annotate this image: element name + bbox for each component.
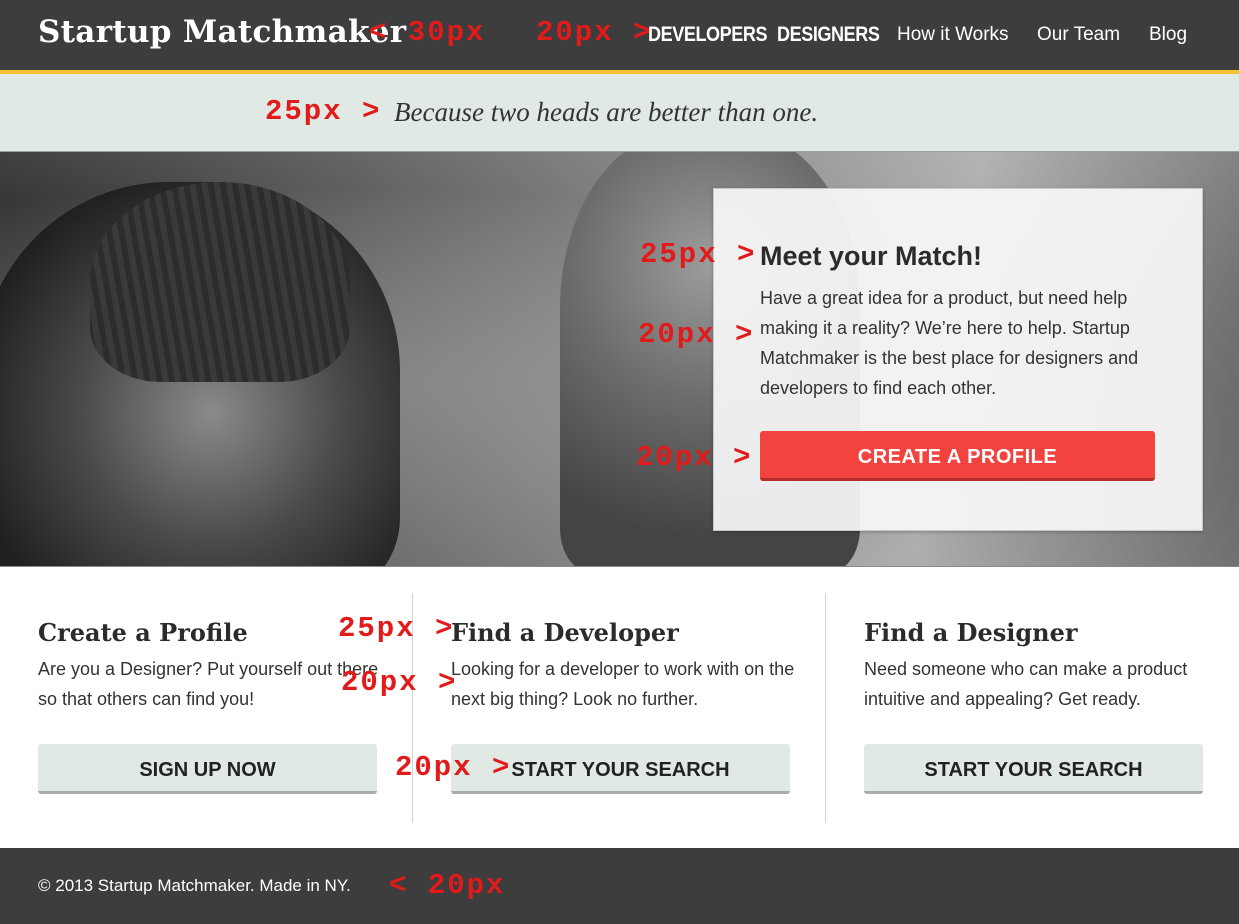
hero-section: Meet your Match! Have a great idea for a… (0, 152, 1239, 567)
nav-our-team[interactable]: Our Team (1037, 24, 1120, 46)
hero-photo-beanie (90, 182, 350, 382)
nav-how-it-works[interactable]: How it Works (897, 24, 1009, 46)
annotation-column-body-spacing: 20px > (341, 666, 458, 699)
annotation-column-button-spacing: 20px > (395, 751, 512, 784)
nav-developers[interactable]: DEVELOPERS (648, 23, 768, 47)
site-logo[interactable]: Startup Matchmaker (38, 14, 406, 50)
column-description: Are you a Designer? Put yourself out the… (38, 659, 379, 709)
annotation-column-title-spacing: 25px > (338, 612, 455, 645)
column-title: Find a Designer (864, 618, 1078, 647)
annotation-hero-body-spacing: 20px > (638, 318, 755, 351)
column-title: Find a Developer (451, 618, 679, 647)
annotation-hero-title-spacing: 25px > (640, 238, 757, 271)
annotation-logo-spacing: < 30px (369, 16, 486, 49)
hero-card: Meet your Match! Have a great idea for a… (713, 188, 1203, 531)
tagline-text: Because two heads are better than one. (394, 97, 819, 127)
sign-up-now-button[interactable]: SIGN UP NOW (38, 744, 377, 794)
site-footer: © 2013 Startup Matchmaker. Made in NY. (0, 848, 1239, 924)
nav-designers[interactable]: DESIGNERS (777, 23, 880, 47)
hero-description: Have a great idea for a product, but nee… (760, 288, 1139, 398)
column-description: Need someone who can make a product intu… (864, 659, 1188, 709)
column-description: Looking for a developer to work with on … (451, 659, 795, 709)
column-title: Create a Profile (38, 618, 248, 647)
annotation-nav-spacing: 20px > (536, 16, 653, 49)
tagline-bar: Because two heads are better than one. (0, 74, 1239, 152)
annotation-footer-spacing: < 20px (389, 869, 506, 902)
column-divider (825, 593, 826, 823)
hero-title: Meet your Match! (760, 241, 983, 271)
designer-search-button[interactable]: START YOUR SEARCH (864, 744, 1203, 794)
footer-copyright: © 2013 Startup Matchmaker. Made in NY. (38, 876, 351, 895)
annotation-tagline-spacing: 25px > (265, 95, 382, 128)
create-profile-button[interactable]: CREATE A PROFILE (760, 431, 1155, 481)
annotation-hero-cta-spacing: 20px > (636, 441, 753, 474)
nav-blog[interactable]: Blog (1149, 24, 1187, 46)
